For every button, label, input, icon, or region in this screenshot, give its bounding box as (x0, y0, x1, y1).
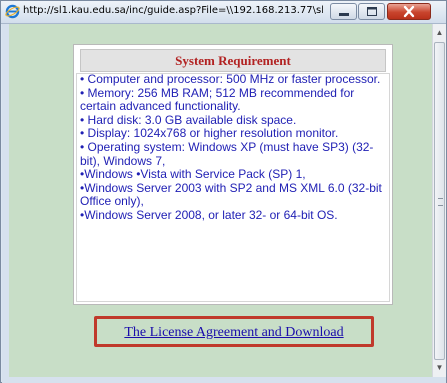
ie-icon (5, 4, 20, 19)
vertical-scrollbar[interactable]: ▲ ▼ (432, 24, 446, 377)
requirement-item: • Computer and processor: 500 MHz or fas… (80, 72, 381, 86)
requirements-heading: System Requirement (80, 49, 386, 72)
popup-window: http://sl1.kau.edu.sa/inc/guide.asp?File… (0, 0, 447, 383)
scroll-up-icon[interactable]: ▲ (433, 26, 446, 40)
requirement-item: • Display: 1024x768 or higher resolution… (80, 126, 339, 141)
minimize-button[interactable] (330, 3, 357, 20)
scroll-down-icon[interactable]: ▼ (433, 361, 446, 375)
license-download-link[interactable]: The License Agreement and Download (124, 325, 343, 340)
window-title: http://sl1.kau.edu.sa/inc/guide.asp?File… (23, 5, 323, 16)
requirement-item: •Windows Server 2003 with SP2 and MS XML… (80, 180, 382, 209)
requirement-item: • Hard disk: 3.0 GB available disk space… (80, 112, 297, 127)
maximize-button[interactable] (358, 3, 385, 20)
window-frame-left (2, 24, 9, 377)
requirements-list: • Computer and processor: 500 MHz or fas… (80, 72, 385, 223)
window-frame-bottom (2, 377, 446, 383)
minimize-icon (338, 13, 349, 16)
requirement-item: • Operating system: Windows XP (must hav… (80, 139, 374, 168)
close-button[interactable] (387, 3, 431, 20)
title-bar[interactable]: http://sl1.kau.edu.sa/inc/guide.asp?File… (1, 1, 446, 24)
scrollbar-grip (438, 198, 443, 206)
requirement-item: •Windows •Vista with Service Pack (SP) 1… (80, 167, 306, 182)
maximize-icon (366, 7, 377, 16)
requirement-item: •Windows Server 2008, or later 32- or 64… (80, 207, 338, 222)
page-content: System Requirement • Computer and proces… (9, 24, 432, 377)
license-highlight-box: The License Agreement and Download (94, 316, 374, 347)
close-icon (403, 5, 415, 18)
requirement-item: • Memory: 256 MB RAM; 512 MB recommended… (80, 85, 355, 114)
scrollbar-thumb[interactable] (434, 42, 445, 360)
